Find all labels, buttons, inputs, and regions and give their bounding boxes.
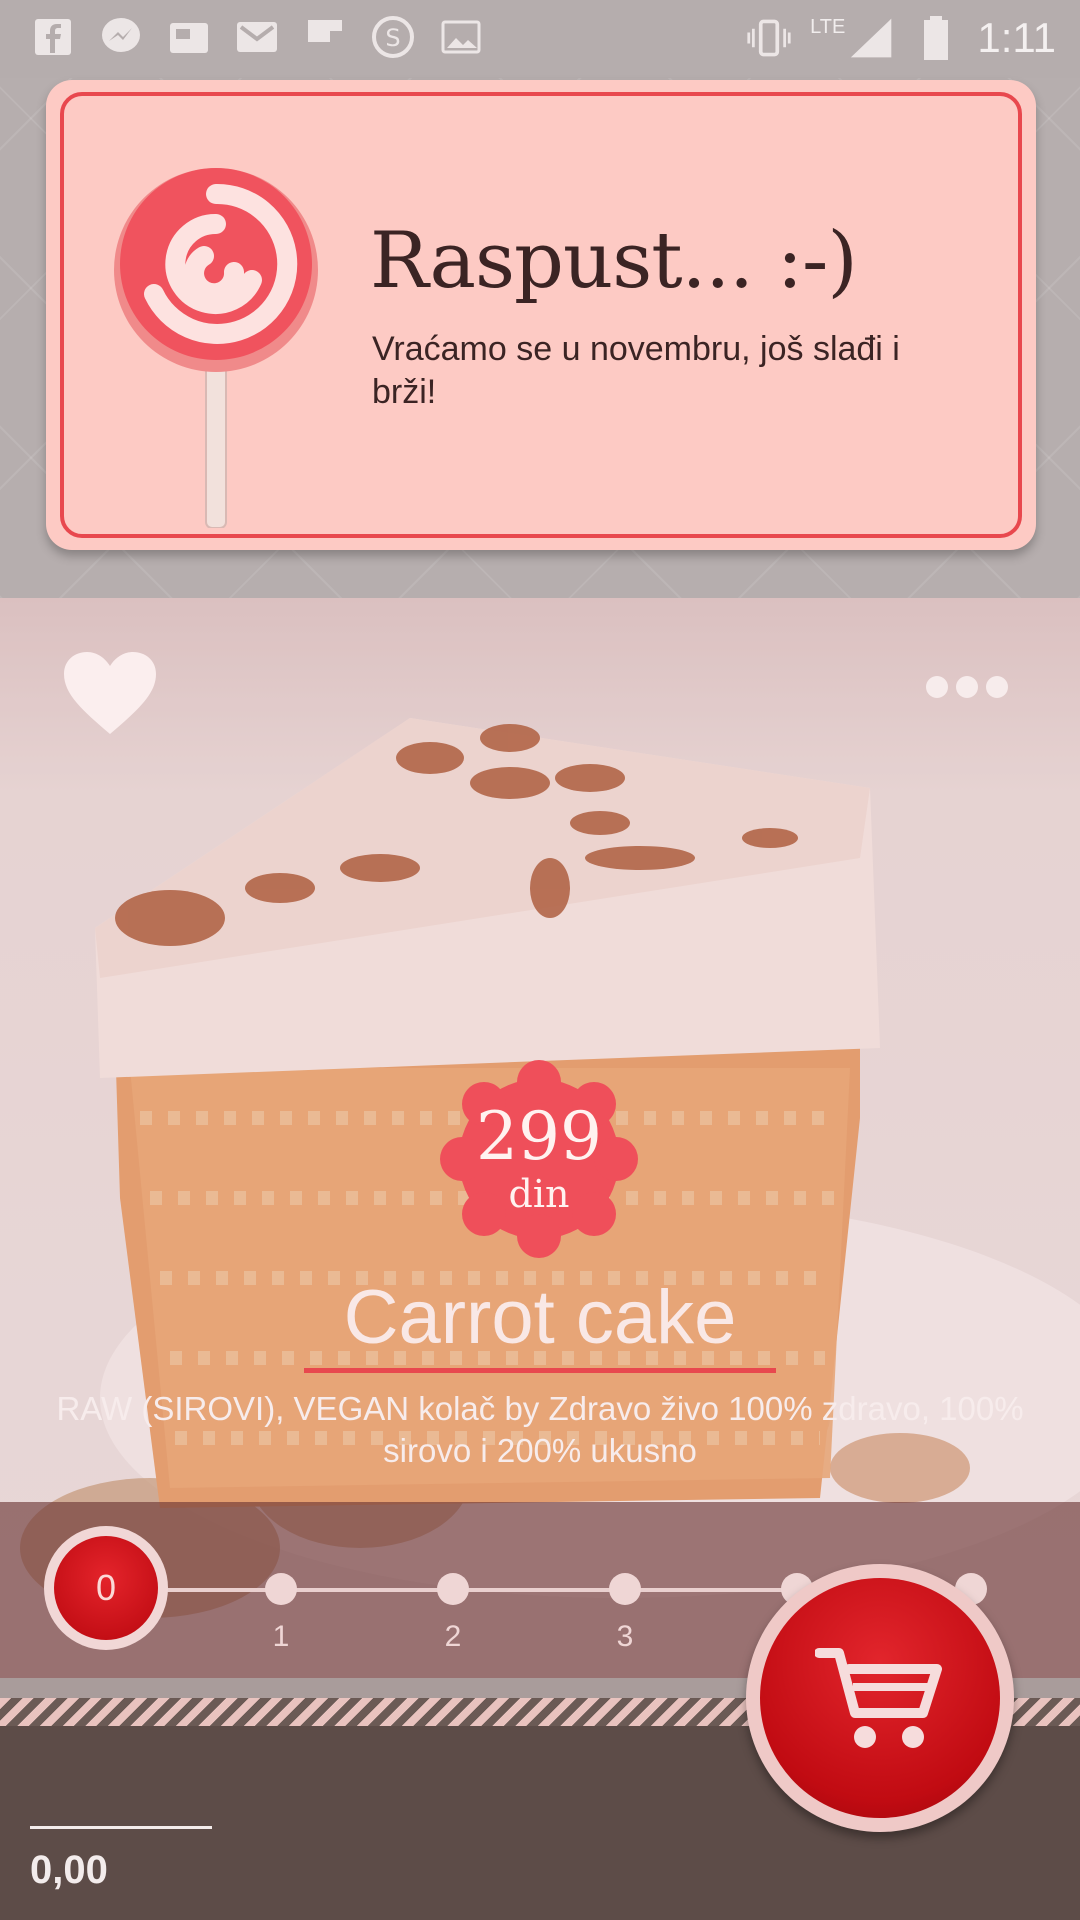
notification-icons: S bbox=[30, 14, 484, 60]
add-to-cart-button[interactable] bbox=[746, 1564, 1014, 1832]
cart-icon bbox=[815, 1648, 942, 1748]
quantity-step-2[interactable] bbox=[437, 1573, 469, 1605]
quantity-step-label: 3 bbox=[616, 1620, 634, 1653]
flipboard-icon bbox=[302, 14, 348, 60]
product-name-underline bbox=[304, 1368, 776, 1373]
messenger-icon bbox=[98, 14, 144, 60]
image-icon bbox=[166, 14, 212, 60]
favorite-heart-icon[interactable] bbox=[62, 650, 158, 736]
quantity-step-1[interactable] bbox=[265, 1573, 297, 1605]
notice-card: Raspust... :-) Vraćamo se u novembru, jo… bbox=[46, 80, 1036, 550]
chat-icon: S bbox=[370, 14, 416, 60]
price-value: 299 bbox=[476, 1098, 602, 1175]
price-badge: 299 din bbox=[440, 1060, 638, 1258]
svg-text:S: S bbox=[385, 24, 400, 52]
cart-total: 0,00 bbox=[30, 1848, 108, 1892]
quantity-step-3[interactable] bbox=[609, 1573, 641, 1605]
quantity-step-label: 2 bbox=[444, 1620, 462, 1653]
price-currency: din bbox=[508, 1172, 570, 1216]
product-name: Carrot cake bbox=[343, 1275, 737, 1360]
vibrate-icon bbox=[746, 15, 792, 61]
add-to-cart-button-face[interactable] bbox=[760, 1578, 1000, 1818]
system-icons: LTE 1:11 bbox=[746, 14, 1056, 62]
signal-icon bbox=[849, 15, 895, 61]
product-description: RAW (SIROVI), VEGAN kolač by Zdravo živo… bbox=[56, 1390, 1024, 1469]
notice-title: Raspust... :-) bbox=[370, 216, 858, 306]
facebook-icon bbox=[30, 14, 76, 60]
network-type-label: LTE bbox=[810, 15, 846, 38]
battery-icon bbox=[913, 15, 959, 61]
more-options-icon[interactable] bbox=[926, 676, 1008, 698]
gmail-icon bbox=[234, 14, 280, 60]
notice-message: Vraćamo se u novembru, još slađi i brži! bbox=[372, 330, 900, 411]
total-underline bbox=[30, 1826, 212, 1829]
lollipop-icon bbox=[114, 168, 318, 528]
gallery-icon bbox=[438, 14, 484, 60]
quantity-current-value: 0 bbox=[54, 1536, 158, 1640]
status-bar: S LTE 1:11 bbox=[0, 0, 1080, 78]
quantity-handle[interactable]: 0 bbox=[44, 1526, 168, 1650]
quantity-step-label: 1 bbox=[272, 1620, 290, 1653]
clock: 1:11 bbox=[977, 14, 1056, 61]
